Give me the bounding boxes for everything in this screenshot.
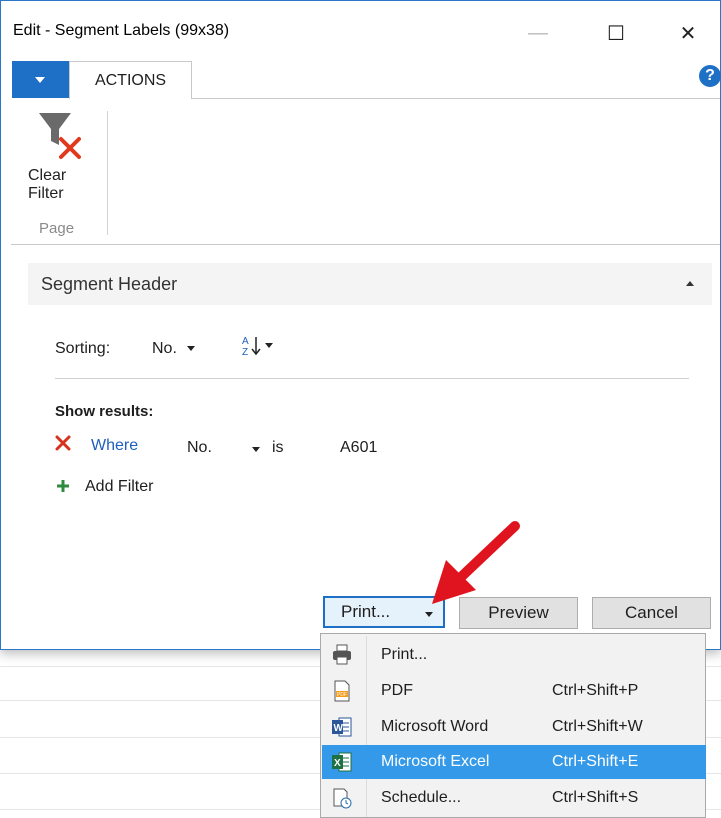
show-results-label: Show results: xyxy=(55,403,154,420)
close-button[interactable]: ✕ xyxy=(665,13,711,53)
edit-dialog: Edit - Segment Labels (99x38) — ☐ ✕ ACTI… xyxy=(0,0,721,650)
ribbon-panel xyxy=(11,99,720,245)
menu-item-label: Print... xyxy=(381,646,428,663)
tab-actions[interactable]: ACTIONS xyxy=(69,61,192,99)
schedule-icon xyxy=(333,788,352,809)
clear-filter-label-line2: Filter xyxy=(28,185,64,202)
remove-filter-icon[interactable] xyxy=(55,435,71,451)
menu-item-shortcut: Ctrl+Shift+P xyxy=(552,682,639,699)
filter-value-input[interactable]: A601 xyxy=(340,439,377,457)
menu-item-print[interactable]: Print... xyxy=(322,638,706,672)
red-arrow-annotation xyxy=(432,521,520,604)
menu-item-label: Microsoft Word xyxy=(381,718,489,735)
svg-text:A: A xyxy=(242,336,249,347)
menu-item-shortcut: Ctrl+Shift+W xyxy=(552,718,643,735)
menu-item-shortcut: Ctrl+Shift+E xyxy=(552,753,639,770)
sorting-dropdown[interactable]: No. xyxy=(152,340,195,358)
menu-item-excel[interactable]: X Microsoft Excel Ctrl+Shift+E xyxy=(322,745,706,779)
title-bar[interactable]: Edit - Segment Labels (99x38) — ☐ ✕ xyxy=(1,1,720,61)
print-dropdown-menu: Print... PDF PDF Ctrl+Shift+P W Microsof… xyxy=(320,633,706,818)
svg-text:Z: Z xyxy=(242,347,248,356)
app-menu-button[interactable] xyxy=(12,61,69,98)
svg-text:X: X xyxy=(334,758,341,769)
excel-icon: X xyxy=(332,752,352,772)
window-title: Edit - Segment Labels (99x38) xyxy=(13,22,230,39)
segment-header-fasttab[interactable]: Segment Header xyxy=(28,263,712,305)
sort-order-icon[interactable]: A Z xyxy=(241,334,277,356)
clear-filter-label-line1: Clear xyxy=(28,167,67,184)
svg-text:PDF: PDF xyxy=(337,692,347,698)
clear-filter-label: Clear Filter xyxy=(28,167,66,203)
chevron-down-icon[interactable] xyxy=(252,447,260,452)
menu-item-label: Schedule... xyxy=(381,789,462,806)
divider xyxy=(55,378,689,379)
menu-item-label: PDF xyxy=(381,682,413,699)
segment-header-title: Segment Header xyxy=(41,274,178,294)
filter-operator: is xyxy=(272,439,284,456)
menu-item-label: Microsoft Excel xyxy=(381,753,490,770)
filter-field-value[interactable]: No. xyxy=(187,439,212,457)
menu-item-word[interactable]: W Microsoft Word Ctrl+Shift+W xyxy=(322,710,706,744)
pdf-icon: PDF xyxy=(334,680,350,702)
word-icon: W xyxy=(332,717,352,737)
chevron-down-icon xyxy=(186,346,195,352)
menu-item-pdf[interactable]: PDF PDF Ctrl+Shift+P xyxy=(322,674,706,708)
add-filter-link[interactable]: Add Filter xyxy=(85,478,153,496)
sorting-value: No. xyxy=(152,340,177,357)
filter-where-link[interactable]: Where xyxy=(91,437,138,455)
minimize-button[interactable]: — xyxy=(515,13,561,53)
chevron-down-icon xyxy=(35,77,45,83)
sorting-label: Sorting: xyxy=(55,340,111,357)
help-icon[interactable]: ? xyxy=(699,65,721,87)
ribbon-group-separator xyxy=(107,111,108,235)
printer-icon xyxy=(333,644,351,665)
collapse-icon[interactable] xyxy=(686,281,694,286)
add-icon[interactable] xyxy=(55,478,71,494)
chevron-down-icon[interactable] xyxy=(425,612,433,617)
ribbon-group-page: Page xyxy=(39,220,75,237)
print-button-label: Print... xyxy=(341,602,391,621)
cancel-button[interactable]: Cancel xyxy=(592,597,711,629)
clear-filter-icon xyxy=(39,113,81,159)
svg-text:W: W xyxy=(334,723,344,734)
menu-item-shortcut: Ctrl+Shift+S xyxy=(552,789,639,806)
maximize-button[interactable]: ☐ xyxy=(593,13,639,53)
menu-item-schedule[interactable]: Schedule... Ctrl+Shift+S xyxy=(322,781,706,815)
